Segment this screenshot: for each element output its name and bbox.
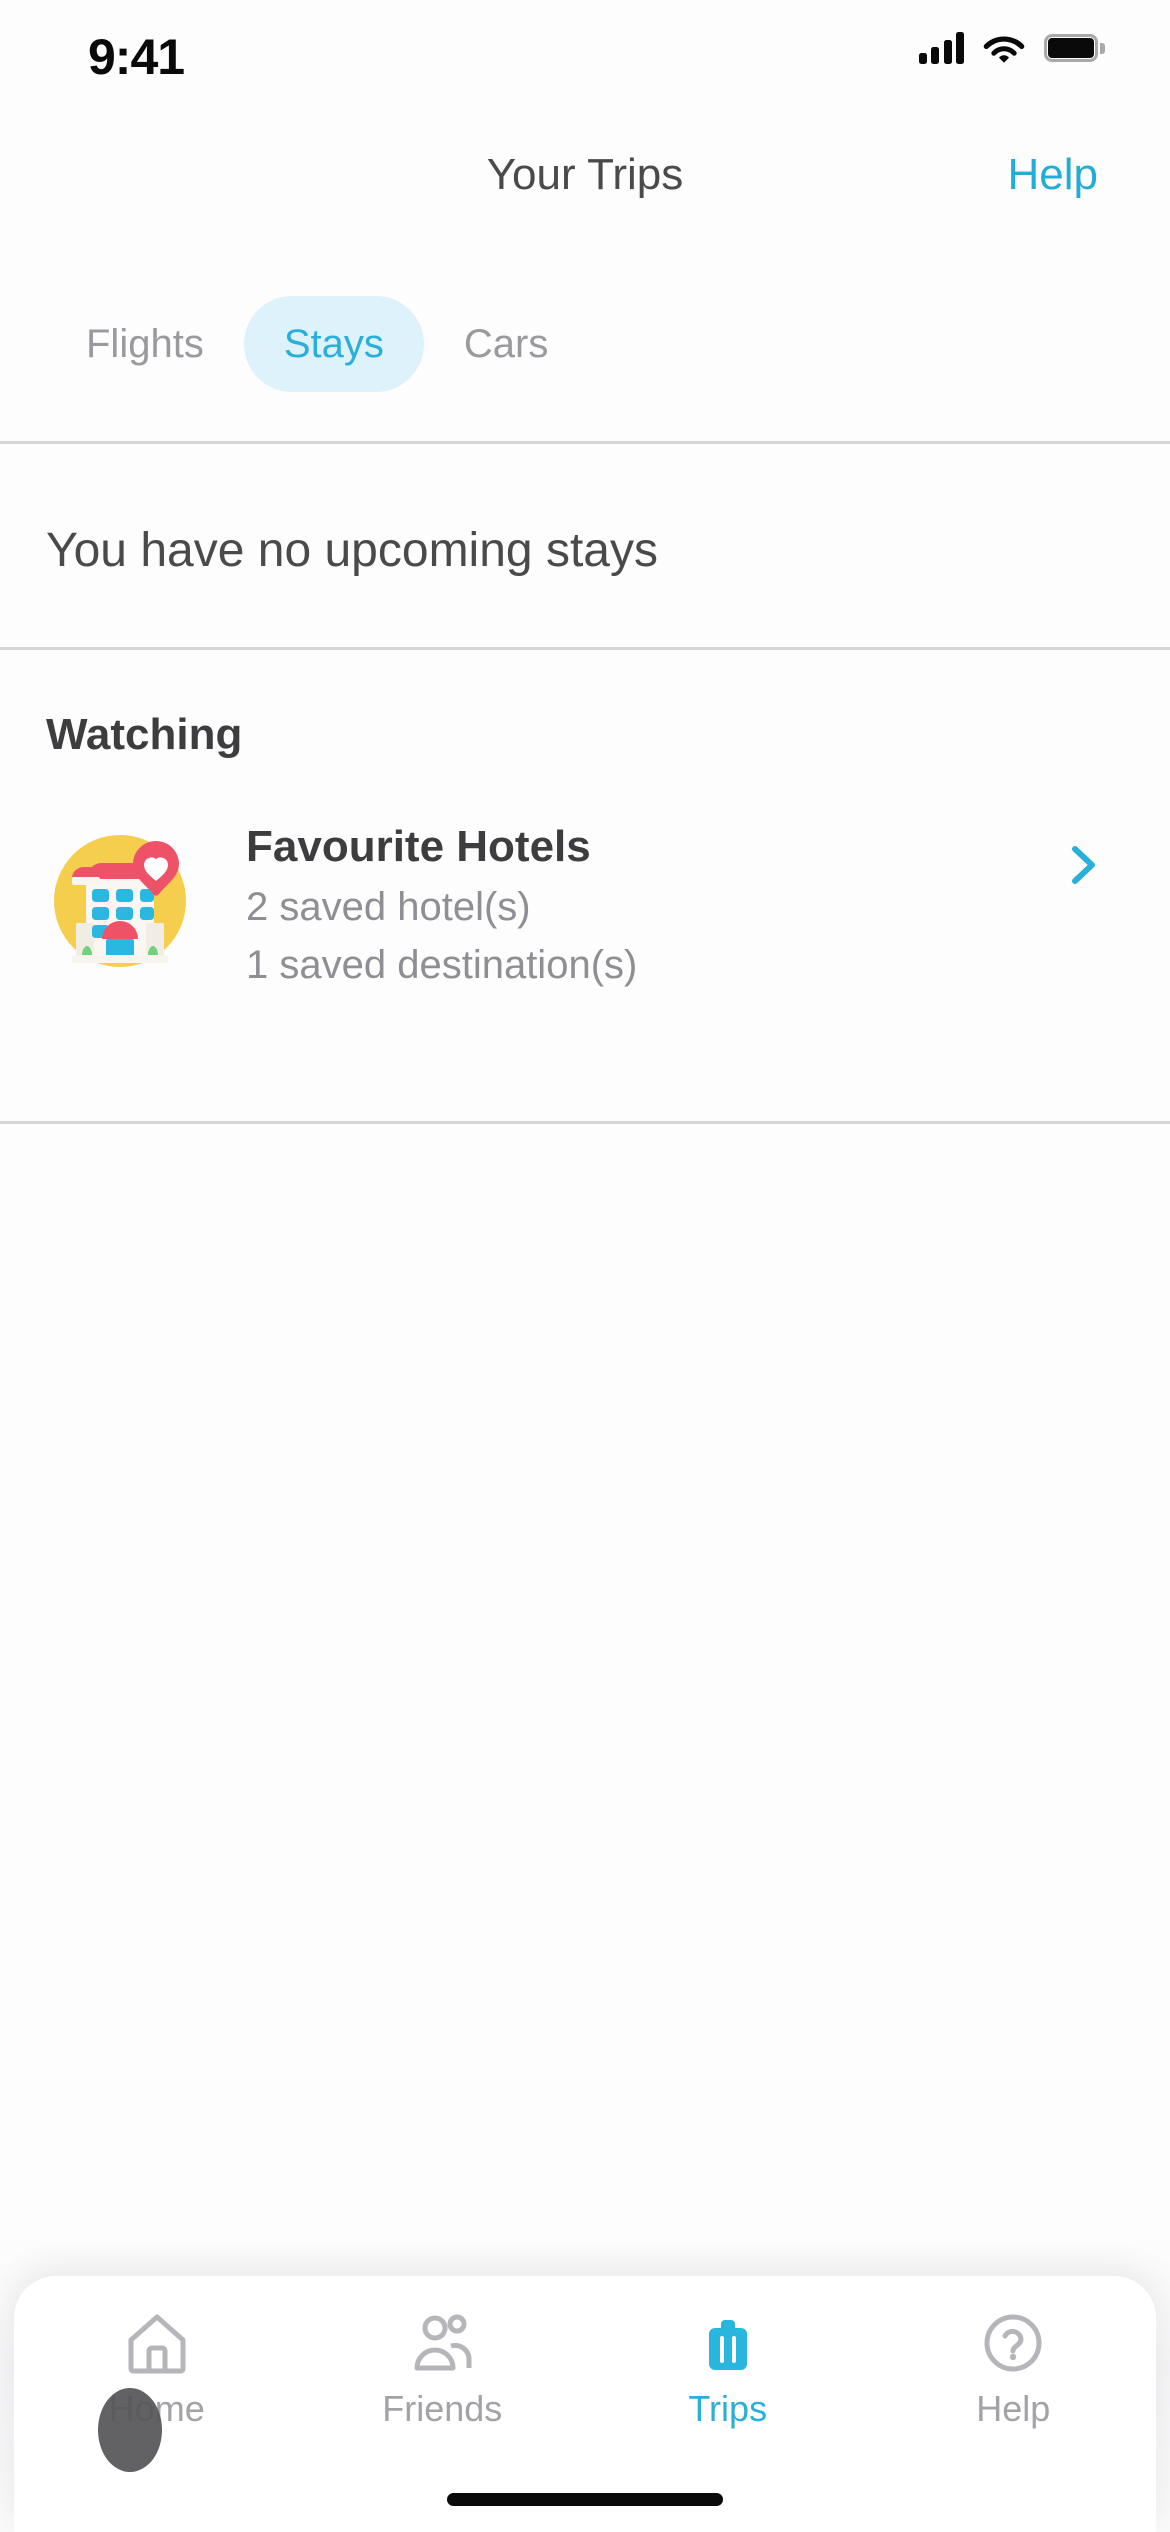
tab-flights[interactable]: Flights — [46, 296, 244, 392]
home-indicator — [447, 2493, 723, 2506]
watching-item-saved-hotels: 2 saved hotel(s) — [246, 885, 531, 929]
help-circle-icon — [980, 2310, 1046, 2376]
tab-stays[interactable]: Stays — [243, 296, 424, 392]
tab-cars[interactable]: Cars — [424, 296, 588, 392]
favourite-hotel-illustration — [46, 827, 194, 975]
nav-item-trips[interactable]: Trips — [585, 2276, 871, 2430]
watching-item-title: Favourite Hotels — [246, 822, 591, 871]
empty-stays-message: You have no upcoming stays — [46, 523, 658, 577]
app-screen: 9:41 Your Trips Help Flights Stays Cars … — [0, 0, 1170, 2532]
nav-item-help[interactable]: Help — [871, 2276, 1157, 2430]
home-icon — [124, 2310, 190, 2376]
header-help-link[interactable]: Help — [1008, 145, 1099, 205]
nav-item-friends[interactable]: Friends — [300, 2276, 586, 2430]
watching-list-item-favourite-hotels[interactable]: Favourite Hotels 2 saved hotel(s) 1 save… — [0, 810, 1170, 1110]
trip-type-tabs: Flights Stays Cars — [46, 296, 588, 392]
nav-label-friends: Friends — [382, 2388, 503, 2429]
status-bar-time: 9:41 — [88, 29, 185, 85]
page-title: Your Trips — [486, 150, 684, 199]
suitcase-icon — [695, 2310, 761, 2376]
chevron-right-icon[interactable] — [1062, 844, 1104, 886]
battery-full-icon — [1044, 34, 1105, 62]
watching-section-title: Watching — [46, 710, 243, 759]
friends-icon — [409, 2310, 475, 2376]
divider-below-empty-state — [0, 647, 1170, 650]
watching-item-saved-destinations: 1 saved destination(s) — [246, 943, 638, 987]
status-bar: 9:41 — [0, 0, 1170, 130]
watching-item-text: Favourite Hotels 2 saved hotel(s) 1 save… — [246, 810, 1062, 994]
wifi-icon — [983, 32, 1025, 64]
empty-stays-section: You have no upcoming stays — [46, 470, 1126, 630]
divider-below-tabs — [0, 441, 1170, 444]
nav-label-home: Home — [108, 2388, 205, 2429]
nav-label-help: Help — [976, 2388, 1051, 2429]
status-bar-indicators — [918, 32, 1105, 64]
page-header: Your Trips Help — [0, 145, 1170, 235]
cellular-signal-icon — [918, 32, 964, 64]
divider-below-watching-item — [0, 1121, 1170, 1124]
nav-item-home[interactable]: Home — [14, 2276, 300, 2430]
nav-label-trips: Trips — [688, 2388, 768, 2429]
